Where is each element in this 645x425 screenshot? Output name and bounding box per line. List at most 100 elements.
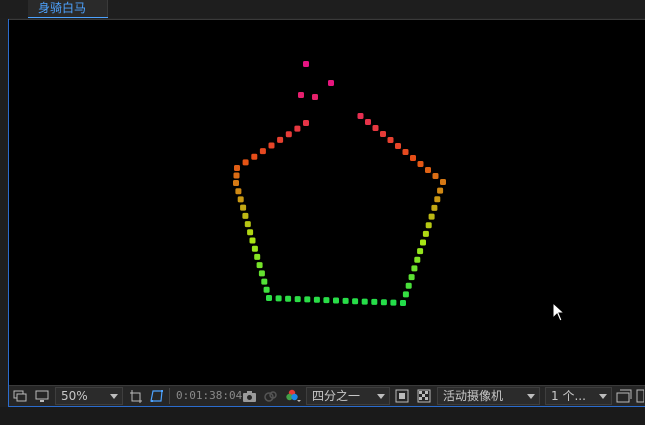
snapshot-camera-icon	[243, 391, 256, 402]
particle-dot	[402, 149, 409, 155]
region-of-interest-icon	[130, 390, 142, 403]
color-channel-button[interactable]	[285, 386, 303, 406]
particle-dot	[395, 143, 401, 149]
color-channel-icon	[286, 389, 301, 402]
magnification-dropdown[interactable]: 50%	[55, 387, 123, 405]
particle-dot	[285, 131, 292, 138]
particle-dot	[410, 155, 416, 161]
particle-dot	[440, 179, 446, 185]
toolbar-separator	[169, 388, 170, 404]
show-snapshot-icon	[264, 391, 277, 402]
particle-dot	[408, 274, 415, 281]
view-count-value: 1 个...	[551, 389, 586, 403]
particle-dot	[234, 165, 240, 171]
view-count-dropdown[interactable]: 1 个...	[545, 387, 612, 405]
composition-canvas[interactable]	[9, 20, 644, 384]
particle-dot	[303, 120, 309, 126]
particle-dot	[261, 278, 268, 285]
particle-dot	[294, 125, 301, 132]
mask-toggle-button[interactable]	[150, 386, 164, 406]
particle-dot	[240, 204, 247, 211]
panel-tab-bar: 身骑白马	[0, 0, 645, 18]
particle-dot	[437, 187, 444, 194]
particle-dot	[417, 161, 424, 167]
particle-dot	[275, 295, 282, 302]
particle-dot	[372, 125, 379, 131]
active-tab-indicator	[28, 17, 108, 18]
particle-dot	[251, 245, 258, 252]
particle-dot	[303, 61, 309, 67]
particle-dot	[387, 137, 394, 143]
particle-dot	[425, 167, 431, 173]
particle-dot	[242, 212, 249, 219]
monitor-icon	[35, 390, 49, 402]
take-snapshot-button[interactable]	[242, 386, 257, 406]
particle-dot	[313, 296, 320, 303]
particle-dot	[242, 159, 249, 166]
particle-dot	[285, 295, 292, 302]
region-of-interest-button[interactable]	[129, 386, 143, 406]
particle-pentagon	[233, 61, 446, 306]
mouse-cursor-icon	[552, 302, 566, 322]
chevron-down-icon	[377, 394, 385, 399]
viewer-toolbar: 50% 0:01:38:04 四分之一 活动摄像机 1 个...	[9, 385, 645, 406]
particle-dot	[428, 213, 435, 220]
particle-dot	[434, 196, 441, 203]
particle-dot	[266, 295, 272, 301]
particle-dot	[244, 221, 251, 228]
particle-dot	[405, 282, 412, 289]
particle-dot	[361, 298, 368, 305]
particle-dot	[235, 188, 242, 195]
particle-dot	[304, 296, 311, 303]
always-preview-button[interactable]	[13, 386, 27, 406]
chevron-down-icon	[527, 394, 535, 399]
resolution-dropdown[interactable]: 四分之一	[306, 387, 390, 405]
particle-dot	[247, 229, 254, 236]
chevron-down-icon	[599, 394, 607, 399]
particle-dot	[422, 230, 429, 237]
chevron-down-icon	[110, 394, 118, 399]
particle-dot	[432, 173, 439, 179]
particle-dot	[237, 196, 244, 203]
mask-toggle-icon	[150, 390, 163, 402]
transparency-grid-button[interactable]	[417, 386, 431, 406]
particle-dot	[425, 222, 432, 229]
bottom-panel-edge	[0, 407, 645, 425]
particle-dot	[342, 297, 349, 304]
transparency-grid-icon	[417, 389, 431, 403]
particle-dot	[365, 119, 371, 125]
resolution-value: 四分之一	[312, 389, 361, 403]
particle-dot	[371, 298, 378, 305]
particle-dot	[256, 262, 263, 269]
particle-dot	[414, 256, 421, 263]
particle-dot	[402, 291, 409, 298]
particle-dot	[357, 113, 364, 119]
magnification-value: 50%	[61, 389, 88, 403]
particle-dot	[258, 270, 265, 277]
particle-dot	[251, 153, 258, 160]
show-snapshot-button[interactable]	[263, 386, 278, 406]
particle-dot	[352, 298, 359, 305]
particle-dot	[312, 94, 318, 100]
particle-dot	[417, 248, 424, 255]
particle-dot	[380, 299, 387, 306]
particle-dot	[411, 265, 418, 272]
camera-view-dropdown[interactable]: 活动摄像机	[437, 387, 540, 405]
particle-dot	[233, 172, 240, 179]
fast-preview-button[interactable]	[395, 386, 409, 406]
particle-dot	[400, 300, 406, 306]
particle-dot	[254, 253, 261, 260]
view-layout-icon	[616, 389, 632, 403]
reset-exposure-button[interactable]	[636, 386, 644, 406]
reset-exposure-icon	[636, 389, 644, 403]
left-panel-edge	[0, 18, 8, 407]
particle-dot	[249, 237, 256, 244]
current-time-display[interactable]: 0:01:38:04	[176, 387, 242, 405]
composition-tab[interactable]: 身骑白马	[28, 0, 108, 17]
monitor-button[interactable]	[35, 386, 49, 406]
particle-dot	[277, 136, 284, 143]
particle-dot	[233, 180, 239, 186]
view-layout-button[interactable]	[616, 386, 632, 406]
particle-dot	[431, 204, 438, 211]
particle-dot	[259, 148, 266, 155]
